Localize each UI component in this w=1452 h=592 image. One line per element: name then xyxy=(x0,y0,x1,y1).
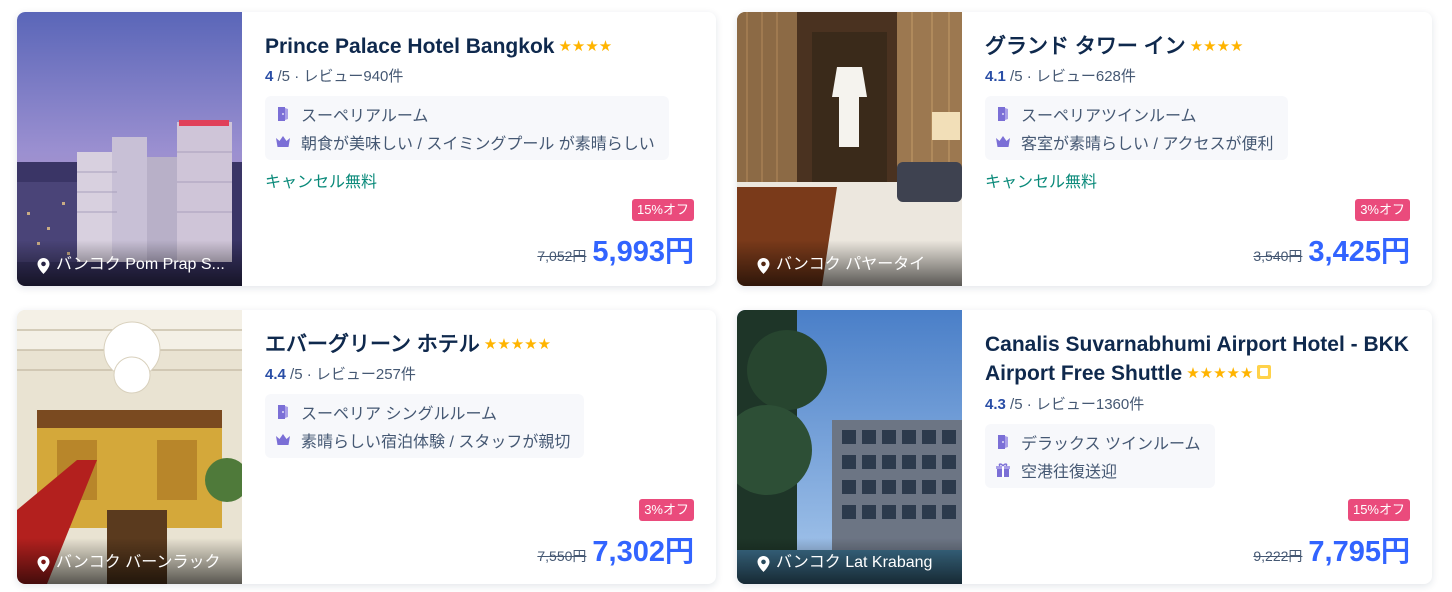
location-text: バンコク パヤータイ xyxy=(776,256,926,273)
room-type-row: デラックス ツインルーム xyxy=(995,428,1201,456)
map-pin-icon xyxy=(37,556,50,572)
price-block: 7,052円 5,993円 xyxy=(537,228,694,270)
hotel-photo[interactable]: バンコク バーンラック xyxy=(17,310,242,584)
location-overlay: バンコク Pom Prap S... xyxy=(17,240,242,286)
hotel-name-text[interactable]: グランド タワー イン xyxy=(985,35,1186,58)
gift-icon xyxy=(996,463,1010,477)
review-count: /5 · レビュー1360件 xyxy=(1005,396,1145,413)
highlight-row: 素晴らしい宿泊体験 / スタッフが親切 xyxy=(275,426,570,454)
room-type-row: スーペリア シングルルーム xyxy=(275,398,570,426)
review-score: 4.4 xyxy=(265,366,286,383)
location-text: バンコク バーンラック xyxy=(56,554,221,571)
location-overlay: バンコク Lat Krabang xyxy=(737,538,962,584)
highlight-text: 朝食が美味しい / スイミングプール が素晴らしい xyxy=(301,136,655,153)
hotel-card[interactable]: バンコク パヤータイ グランド タワー イン ★★★★ 4.1 /5 · レビュー… xyxy=(737,12,1432,286)
hotel-info: Prince Palace Hotel Bangkok ★★★★ 4 /5 · レ… xyxy=(265,12,716,286)
star-rating-icon: ★★★★★ xyxy=(483,336,552,353)
door-icon xyxy=(998,435,1008,449)
price-block: 3,540円 3,425円 xyxy=(1253,228,1410,270)
highlight-text: 客室が素晴らしい / アクセスが便利 xyxy=(1021,136,1274,153)
original-price: 7,550円 xyxy=(537,548,587,564)
star-rating-icon: ★★★★★ xyxy=(1186,365,1254,382)
room-type-row: スーペリアルーム xyxy=(275,100,655,128)
highlight-text: 素晴らしい宿泊体験 / スタッフが親切 xyxy=(301,434,571,451)
review-score: 4.1 xyxy=(985,68,1006,85)
hotel-photo[interactable]: バンコク Lat Krabang xyxy=(737,310,962,584)
hotel-name[interactable]: Canalis Suvarnabhumi Airport Hotel - BKK… xyxy=(985,330,1418,388)
crown-icon xyxy=(996,136,1010,147)
room-type: スーペリアツインルーム xyxy=(1021,108,1197,125)
location-overlay: バンコク パヤータイ xyxy=(737,240,962,286)
current-price: 3,425円 xyxy=(1308,236,1410,268)
free-cancellation: キャンセル無料 xyxy=(985,174,1098,191)
free-cancellation: キャンセル無料 xyxy=(265,174,378,191)
discount-badge: 15%オフ xyxy=(1347,499,1410,521)
amenities-box: デラックス ツインルーム 空港往復送迎 xyxy=(985,424,1215,488)
hotel-card[interactable]: バンコク Lat Krabang Canalis Suvarnabhumi Ai… xyxy=(737,310,1432,584)
price-block: 7,550円 7,302円 xyxy=(537,528,694,570)
highlight-row: 客室が素晴らしい / アクセスが便利 xyxy=(995,128,1274,156)
review-rating: 4.3 /5 · レビュー1360件 xyxy=(985,393,1144,414)
hotel-photo[interactable]: バンコク Pom Prap S... xyxy=(17,12,242,286)
location-text: バンコク Pom Prap S... xyxy=(56,256,225,273)
map-pin-icon xyxy=(757,556,770,572)
amenities-box: スーペリアツインルーム 客室が素晴らしい / アクセスが便利 xyxy=(985,96,1288,160)
hotel-name[interactable]: エバーグリーン ホテル ★★★★★ xyxy=(265,330,702,359)
review-count: /5 · レビュー628件 xyxy=(1005,68,1136,85)
review-count: /5 · レビュー257件 xyxy=(285,366,416,383)
original-price: 7,052円 xyxy=(537,248,587,264)
crown-icon xyxy=(276,434,290,445)
discount-badge: 3%オフ xyxy=(1355,199,1410,221)
highlight-text: 空港往復送迎 xyxy=(1021,464,1118,481)
review-rating: 4 /5 · レビュー940件 xyxy=(265,65,403,86)
discount-badge: 15%オフ xyxy=(631,199,694,221)
highlight-row: 朝食が美味しい / スイミングプール が素晴らしい xyxy=(275,128,655,156)
highlight-row: 空港往復送迎 xyxy=(995,456,1201,484)
door-icon xyxy=(998,107,1008,121)
current-price: 7,302円 xyxy=(592,536,694,568)
hotel-card[interactable]: バンコク Pom Prap S... Prince Palace Hotel B… xyxy=(17,12,716,286)
star-rating-icon: ★★★★ xyxy=(1189,38,1244,55)
price-block: 9,222円 7,795円 xyxy=(1253,528,1410,570)
hotel-name-text[interactable]: エバーグリーン ホテル xyxy=(265,333,480,356)
crown-icon xyxy=(276,136,290,147)
review-score: 4.3 xyxy=(985,396,1006,413)
room-type: スーペリアルーム xyxy=(301,108,429,125)
star-rating-icon: ★★★★ xyxy=(558,38,613,55)
discount-badge: 3%オフ xyxy=(639,499,694,521)
hotel-card[interactable]: バンコク バーンラック エバーグリーン ホテル ★★★★★ 4.4 /5 · レビ… xyxy=(17,310,716,584)
door-icon xyxy=(278,405,288,419)
review-rating: 4.1 /5 · レビュー628件 xyxy=(985,65,1136,86)
original-price: 9,222円 xyxy=(1253,548,1303,564)
location-overlay: バンコク バーンラック xyxy=(17,538,242,584)
room-type-row: スーペリアツインルーム xyxy=(995,100,1274,128)
review-count: /5 · レビュー940件 xyxy=(273,68,404,85)
amenities-box: スーペリアルーム 朝食が美味しい / スイミングプール が素晴らしい xyxy=(265,96,669,160)
current-price: 7,795円 xyxy=(1308,536,1410,568)
room-type: デラックス ツインルーム xyxy=(1021,436,1201,453)
map-pin-icon xyxy=(37,258,50,274)
door-icon xyxy=(278,107,288,121)
hotel-info: エバーグリーン ホテル ★★★★★ 4.4 /5 · レビュー257件 スーペリア… xyxy=(265,310,716,584)
hotel-info: Canalis Suvarnabhumi Airport Hotel - BKK… xyxy=(985,310,1432,584)
hotel-grid: バンコク Pom Prap S... Prince Palace Hotel B… xyxy=(0,0,1452,592)
current-price: 5,993円 xyxy=(592,236,694,268)
room-type: スーペリア シングルルーム xyxy=(301,406,497,423)
location-text: バンコク Lat Krabang xyxy=(776,554,933,571)
hotel-name[interactable]: Prince Palace Hotel Bangkok ★★★★ xyxy=(265,32,702,61)
hotel-name[interactable]: グランド タワー イン ★★★★ xyxy=(985,32,1418,61)
hotel-info: グランド タワー イン ★★★★ 4.1 /5 · レビュー628件 スーペリアツ… xyxy=(985,12,1432,286)
map-pin-icon xyxy=(757,258,770,274)
amenities-box: スーペリア シングルルーム 素晴らしい宿泊体験 / スタッフが親切 xyxy=(265,394,585,458)
hotel-name-text[interactable]: Prince Palace Hotel Bangkok xyxy=(265,35,554,58)
original-price: 3,540円 xyxy=(1253,248,1303,264)
hotel-photo[interactable]: バンコク パヤータイ xyxy=(737,12,962,286)
review-rating: 4.4 /5 · レビュー257件 xyxy=(265,363,416,384)
partner-badge-icon xyxy=(1257,365,1272,379)
